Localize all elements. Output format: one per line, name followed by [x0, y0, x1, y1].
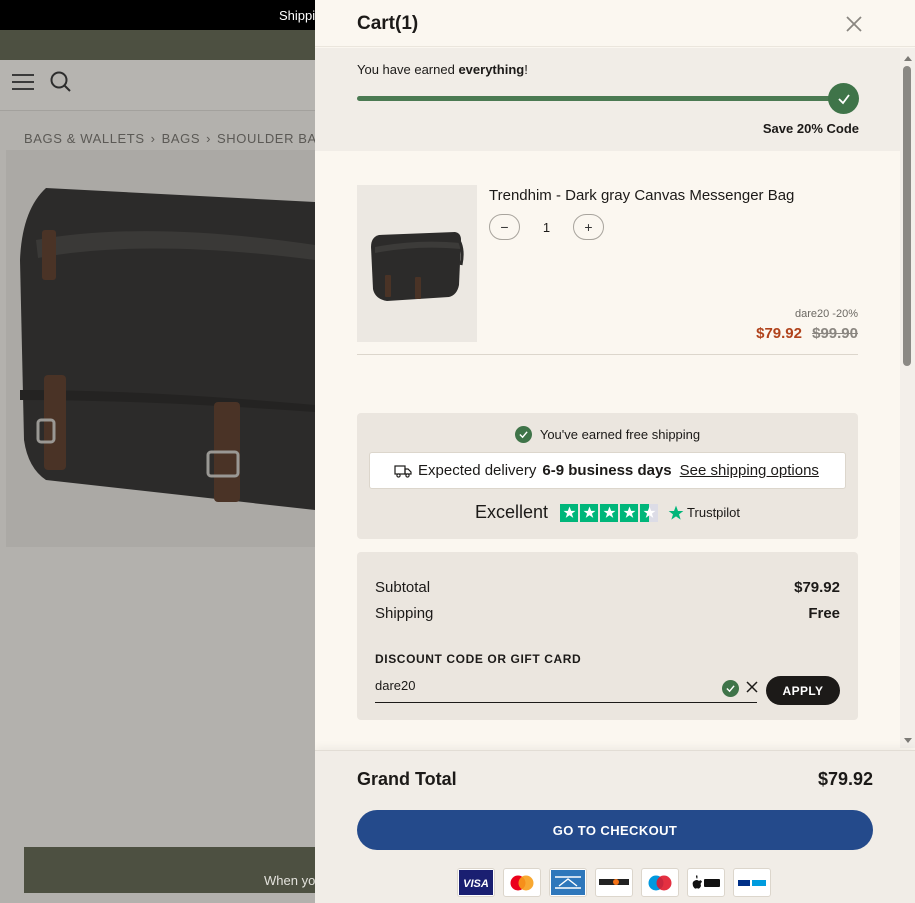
item-discount-note: dare20 -20%	[795, 308, 858, 320]
item-sale-price: $79.92	[756, 325, 802, 342]
item-original-price: $99.90	[812, 325, 858, 342]
scrollbar[interactable]	[900, 48, 915, 748]
visa-icon: VISA	[457, 868, 495, 897]
menu-icon[interactable]	[12, 74, 34, 92]
delivery-days: 6-9 business days	[542, 462, 672, 479]
bag-thumbnail-icon	[371, 232, 464, 301]
trustpilot-star-icon	[620, 503, 639, 522]
product-image	[6, 150, 315, 547]
trustpilot-star-icon	[560, 503, 579, 522]
reward-progress: You have earned everything! Save 20% Cod…	[315, 48, 900, 151]
delivery-prefix: Expected delivery	[418, 462, 537, 479]
trustpilot-rating[interactable]: Excellent Trustpilot	[475, 502, 740, 523]
check-circle-icon	[514, 426, 532, 443]
quantity-stepper: − 1 +	[489, 214, 604, 240]
shipping-value: Free	[808, 605, 840, 622]
scroll-down-icon[interactable]	[904, 738, 912, 743]
reward-message-bold: everything	[458, 62, 525, 77]
background-cta-label: When you	[264, 873, 323, 888]
subtotal-value: $79.92	[794, 579, 840, 596]
shipping-label: Shipping	[375, 605, 434, 622]
trustpilot-rating-word: Excellent	[475, 502, 549, 522]
discount-field	[375, 674, 759, 703]
scroll-thumb[interactable]	[903, 66, 911, 366]
announcement-text: Shippi	[279, 8, 316, 23]
reward-message-suffix: !	[524, 62, 528, 77]
trustpilot-star-icon	[640, 503, 659, 522]
cart-drawer: Cart(1) You have earned everything! Save…	[315, 0, 915, 903]
paypal-icon	[733, 868, 771, 897]
mastercard-icon	[503, 868, 541, 897]
grand-total-label: Grand Total	[357, 769, 457, 789]
order-summary: Subtotal $79.92 Shipping Free DISCOUNT C…	[357, 552, 858, 720]
trustpilot-brand: Trustpilot	[687, 505, 741, 520]
trustpilot-star-icon	[580, 503, 599, 522]
discount-input[interactable]	[375, 678, 695, 693]
grand-total-value: $79.92	[817, 769, 873, 789]
cart-item: Trendhim - Dark gray Canvas Messenger Ba…	[357, 185, 858, 355]
delivery-estimate: Expected delivery 6-9 business days See …	[369, 452, 846, 489]
shipping-options-link[interactable]: See shipping options	[680, 462, 819, 479]
free-shipping-notice: You've earned free shipping	[357, 426, 858, 443]
cart-footer: Grand Total $79.92 GO TO CHECKOUT VISA	[315, 750, 915, 903]
search-icon[interactable]	[50, 71, 72, 93]
quantity-value: 1	[542, 219, 551, 235]
trustpilot-star-icon	[668, 505, 684, 520]
breadcrumb-item[interactable]: SHOULDER BA	[217, 131, 317, 146]
free-shipping-text: You've earned free shipping	[539, 427, 701, 442]
chevron-right-icon: ›	[206, 131, 212, 146]
item-name[interactable]: Trendhim - Dark gray Canvas Messenger Ba…	[489, 187, 794, 204]
close-icon[interactable]	[843, 13, 865, 35]
progress-check-icon	[828, 83, 859, 114]
checkout-button[interactable]: GO TO CHECKOUT	[357, 810, 873, 850]
cart-title: Cart(1)	[357, 13, 419, 34]
background-cta-button: When you	[24, 847, 324, 893]
payment-methods: VISA	[457, 868, 771, 897]
item-thumbnail[interactable]	[357, 185, 477, 342]
shipping-row: Shipping Free	[375, 605, 840, 622]
trustpilot-logo: Trustpilot	[668, 505, 740, 521]
shipping-info: You've earned free shipping Expected del…	[357, 413, 858, 539]
check-circle-icon	[722, 680, 739, 697]
discount-label: DISCOUNT CODE OR GIFT CARD	[375, 652, 582, 666]
cart-header: Cart(1)	[315, 0, 915, 47]
decrease-quantity-button[interactable]: −	[489, 214, 520, 240]
reward-message-prefix: You have earned	[357, 62, 459, 77]
messenger-bag-illustration	[20, 188, 315, 510]
reward-message: You have earned everything!	[357, 62, 528, 77]
trustpilot-stars	[560, 503, 659, 522]
maestro-icon	[641, 868, 679, 897]
subtotal-row: Subtotal $79.92	[375, 579, 840, 596]
subtotal-label: Subtotal	[375, 579, 431, 596]
scroll-up-icon[interactable]	[904, 56, 912, 61]
apple-pay-icon	[687, 868, 725, 897]
trustpilot-star-icon	[600, 503, 619, 522]
breadcrumb: BAGS & WALLETS › BAGS › SHOULDER BA	[24, 131, 317, 146]
truck-icon	[394, 464, 412, 478]
breadcrumb-item[interactable]: BAGS & WALLETS	[24, 131, 145, 146]
apply-discount-button[interactable]: APPLY	[766, 676, 840, 705]
chevron-right-icon: ›	[150, 131, 156, 146]
breadcrumb-item[interactable]: BAGS	[162, 131, 201, 146]
reward-label: Save 20% Code	[762, 121, 859, 136]
amex-icon	[549, 868, 587, 897]
clear-icon[interactable]	[745, 680, 759, 694]
increase-quantity-button[interactable]: +	[573, 214, 604, 240]
progress-bar	[357, 96, 845, 101]
svg-text:VISA: VISA	[463, 878, 489, 890]
discover-icon	[595, 868, 633, 897]
